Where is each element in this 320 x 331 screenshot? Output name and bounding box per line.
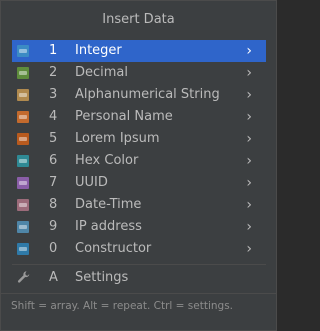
item-label: Date-Time [75, 197, 142, 212]
list-item-ip-address[interactable]: 9 IP address › [12, 216, 266, 238]
list-item-personal-name[interactable]: 4 Personal Name › [12, 106, 266, 128]
chevron-right-icon: › [246, 153, 252, 169]
chevron-right-icon: › [246, 219, 252, 235]
item-label: Settings [75, 270, 129, 285]
constructor-icon [17, 243, 29, 255]
list-item-decimal[interactable]: 2 Decimal › [12, 62, 266, 84]
item-key: 8 [49, 197, 58, 212]
item-key: 3 [49, 87, 58, 102]
chevron-right-icon: › [246, 131, 252, 147]
name-icon [17, 111, 29, 123]
decimal-icon [17, 67, 29, 79]
list-item-integer[interactable]: 1 Integer › [12, 40, 266, 62]
chevron-right-icon: › [246, 175, 252, 191]
chevron-right-icon: › [246, 109, 252, 125]
list-item-lorem-ipsum[interactable]: 5 Lorem Ipsum › [12, 128, 266, 150]
item-label: UUID [75, 175, 108, 190]
wrench-icon [16, 270, 32, 286]
string-icon [17, 89, 29, 101]
list-item-date-time[interactable]: 8 Date-Time › [12, 194, 266, 216]
item-key: 7 [49, 175, 58, 190]
item-key: 0 [49, 241, 58, 256]
list-item-hex-color[interactable]: 6 Hex Color › [12, 150, 266, 172]
hint-footer: Shift = array. Alt = repeat. Ctrl = sett… [1, 293, 276, 330]
chevron-right-icon: › [246, 241, 252, 257]
ip-icon [17, 221, 29, 233]
insert-data-popup: Insert Data 1 Integer › 2 Decimal › 3 Al… [0, 0, 277, 331]
item-label: Constructor [75, 241, 152, 256]
item-key: 1 [49, 43, 58, 58]
item-label: IP address [75, 219, 142, 234]
chevron-right-icon: › [246, 197, 252, 213]
item-label: Personal Name [75, 109, 173, 124]
list-item-alphanumerical-string[interactable]: 3 Alphanumerical String › [12, 84, 266, 106]
hex-color-icon [17, 155, 29, 167]
list-item-uuid[interactable]: 7 UUID › [12, 172, 266, 194]
item-label: Integer [75, 43, 122, 58]
divider [12, 264, 266, 265]
uuid-icon [17, 177, 29, 189]
lorem-icon [17, 133, 29, 145]
popup-title: Insert Data [102, 12, 175, 27]
item-label: Hex Color [75, 153, 139, 168]
item-key: 6 [49, 153, 58, 168]
item-key: 2 [49, 65, 58, 80]
item-label: Alphanumerical String [75, 87, 220, 102]
item-key: 5 [49, 131, 58, 146]
settings-item[interactable]: A Settings [12, 267, 266, 289]
chevron-right-icon: › [246, 87, 252, 103]
item-key: 4 [49, 109, 58, 124]
integer-icon [17, 45, 29, 57]
list-item-constructor[interactable]: 0 Constructor › [12, 238, 266, 260]
data-type-list: 1 Integer › 2 Decimal › 3 Alphanumerical… [12, 40, 266, 260]
chevron-right-icon: › [246, 65, 252, 81]
chevron-right-icon: › [246, 43, 252, 59]
item-label: Lorem Ipsum [75, 131, 160, 146]
item-key: A [49, 270, 58, 285]
item-label: Decimal [75, 65, 129, 80]
item-key: 9 [49, 219, 58, 234]
datetime-icon [17, 199, 29, 211]
